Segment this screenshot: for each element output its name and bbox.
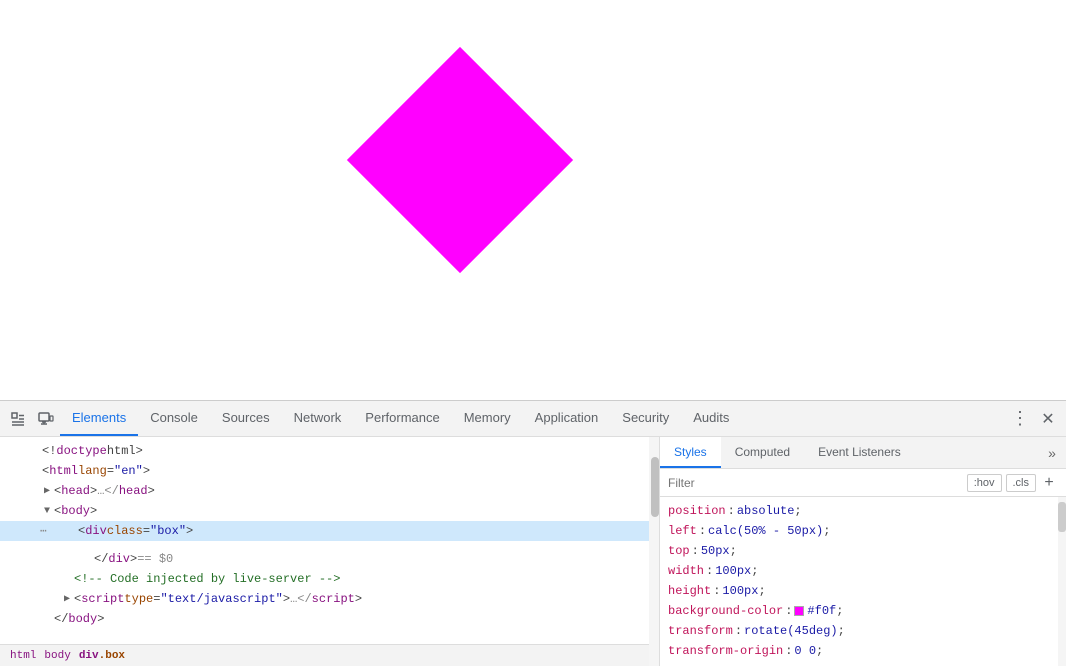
device-toolbar-button[interactable] xyxy=(32,405,60,433)
html-line-div-box[interactable]: ⋯ <div class="box"> xyxy=(0,521,659,541)
breadcrumb: html body div.box xyxy=(0,644,659,666)
html-line-empty xyxy=(0,541,659,549)
tab-network[interactable]: Network xyxy=(282,401,354,436)
html-line-script: ▶ <script type="text/javascript">…</scri… xyxy=(0,589,659,609)
css-prop-width: width : 100px ; xyxy=(668,561,1066,581)
diamond-shape xyxy=(347,47,573,273)
css-prop-top: top : 50px ; xyxy=(668,541,1066,561)
hov-button[interactable]: :hov xyxy=(967,474,1002,492)
tab-sources[interactable]: Sources xyxy=(210,401,282,436)
styles-panel-scrollbar[interactable] xyxy=(1058,497,1066,666)
css-prop-transform-origin: transform-origin : 0 0 ; xyxy=(668,641,1066,661)
html-panel: <!doctype html> <html lang="en"> ▶ <head… xyxy=(0,437,660,666)
styles-panel: Styles Computed Event Listeners » :hov .… xyxy=(660,437,1066,666)
browser-viewport xyxy=(0,0,1066,400)
tab-computed[interactable]: Computed xyxy=(721,437,804,468)
breadcrumb-body[interactable]: body xyxy=(42,650,72,662)
devtools-panel: Elements Console Sources Network Perform… xyxy=(0,400,1066,666)
html-line-div-close: </div> == $0 xyxy=(0,549,659,569)
devtools-body: <!doctype html> <html lang="en"> ▶ <head… xyxy=(0,437,1066,666)
html-line-head: ▶ <head>…</head> xyxy=(0,481,659,501)
css-prop-height: height : 100px ; xyxy=(668,581,1066,601)
tab-elements[interactable]: Elements xyxy=(60,401,138,436)
inspect-element-button[interactable] xyxy=(4,405,32,433)
tab-application[interactable]: Application xyxy=(523,401,611,436)
tab-memory[interactable]: Memory xyxy=(452,401,523,436)
breadcrumb-div-box[interactable]: div.box xyxy=(77,650,127,662)
html-line-comment: <!-- Code injected by live-server --> xyxy=(0,569,659,589)
html-line-body-close: </body> xyxy=(0,609,659,629)
tab-event-listeners[interactable]: Event Listeners xyxy=(804,437,915,468)
html-line-body: ▼ <body> xyxy=(0,501,659,521)
html-tree: <!doctype html> <html lang="en"> ▶ <head… xyxy=(0,437,659,644)
styles-more-button[interactable]: » xyxy=(1038,437,1066,468)
close-devtools-button[interactable]: ✕ xyxy=(1034,405,1062,433)
styles-tabs: Styles Computed Event Listeners » xyxy=(660,437,1066,469)
more-options-button[interactable]: ⋮ xyxy=(1006,405,1034,433)
styles-content: position : absolute ; left : calc(50% - … xyxy=(660,497,1066,666)
devtools-toolbar: Elements Console Sources Network Perform… xyxy=(0,401,1066,437)
filter-input[interactable] xyxy=(668,476,963,490)
tab-security[interactable]: Security xyxy=(610,401,681,436)
add-style-button[interactable]: + xyxy=(1040,474,1058,492)
css-prop-position: position : absolute ; xyxy=(668,501,1066,521)
css-prop-left: left : calc(50% - 50px) ; xyxy=(668,521,1066,541)
color-swatch[interactable] xyxy=(794,606,804,616)
tab-console[interactable]: Console xyxy=(138,401,210,436)
css-prop-background-color: background-color : #f0f ; xyxy=(668,601,1066,621)
breadcrumb-html[interactable]: html xyxy=(8,650,38,662)
devtools-tabs: Elements Console Sources Network Perform… xyxy=(60,401,1006,436)
html-line-doctype: <!doctype html> xyxy=(0,441,659,461)
cls-button[interactable]: .cls xyxy=(1006,474,1037,492)
tab-performance[interactable]: Performance xyxy=(353,401,451,436)
tab-styles[interactable]: Styles xyxy=(660,437,721,468)
tab-audits[interactable]: Audits xyxy=(681,401,741,436)
filter-bar: :hov .cls + xyxy=(660,469,1066,497)
html-panel-scrollbar[interactable] xyxy=(649,437,659,666)
css-prop-transform: transform : rotate(45deg) ; xyxy=(668,621,1066,641)
html-line-html: <html lang="en"> xyxy=(0,461,659,481)
